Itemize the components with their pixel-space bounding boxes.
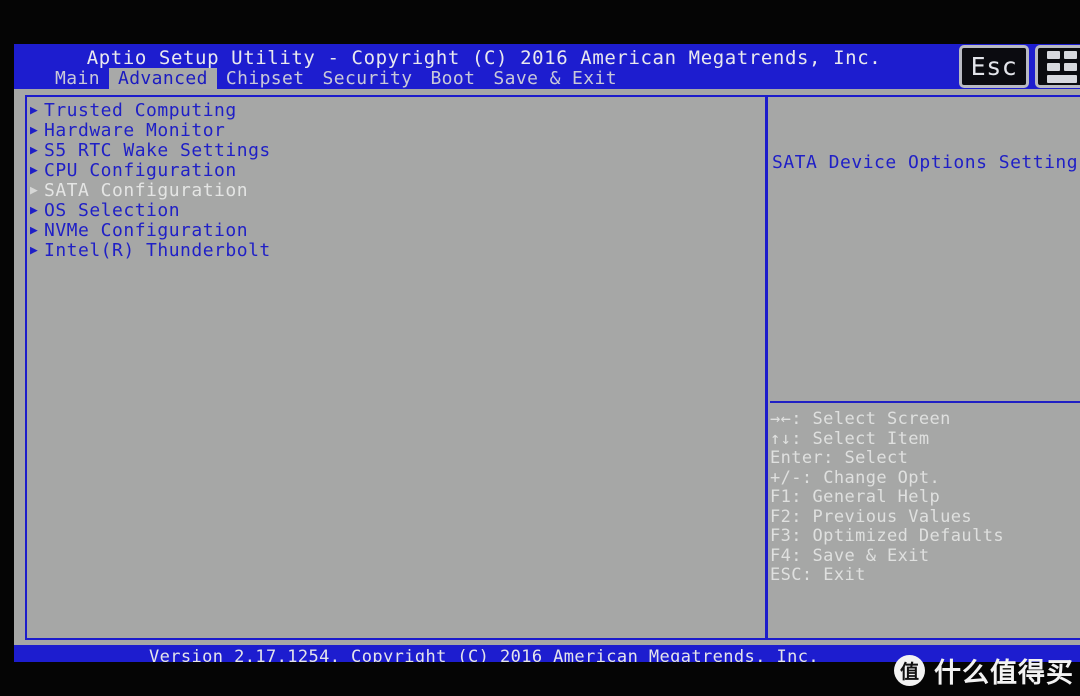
menu-item-cpu-configuration[interactable]: ▶ CPU Configuration: [22, 161, 722, 181]
legend-row-previous-values: F2: Previous Values: [770, 506, 1080, 528]
legend-action: Select: [844, 448, 909, 468]
submenu-arrow-icon: ▶: [30, 223, 38, 238]
legend-key: +/-:: [770, 467, 813, 488]
menu-item-sata-configuration[interactable]: ▶ SATA Configuration: [22, 181, 722, 201]
legend-key: F1:: [770, 487, 802, 507]
legend-action: Previous Values: [812, 506, 973, 527]
menu-item-label: OS Selection: [44, 200, 181, 221]
keypad-cell: [1063, 62, 1077, 71]
legend-row-exit: ESC: Exit: [770, 565, 1080, 586]
esc-key-button[interactable]: Esc: [959, 45, 1029, 88]
keypad-cell: [1046, 62, 1060, 71]
watermark-text: 什么值得买: [934, 658, 1074, 689]
esc-key-label: Esc: [970, 52, 1018, 81]
keypad-key-button[interactable]: [1035, 45, 1080, 88]
legend-key: F4:: [770, 545, 802, 566]
arrow-up-down-icon: ↑↓:: [770, 428, 802, 449]
legend-row-optimized-defaults: F3: Optimized Defaults: [770, 526, 1080, 547]
legend-row-select-item: ↑↓: Select Item: [770, 428, 1080, 450]
menu-item-trusted-computing[interactable]: ▶ Trusted Computing: [22, 101, 722, 121]
menu-item-label: S5 RTC Wake Settings: [44, 140, 271, 161]
tab-boot[interactable]: Boot: [421, 68, 484, 89]
settings-menu-list[interactable]: ▶ Trusted Computing ▶ Hardware Monitor ▶…: [22, 101, 722, 261]
menu-tab-bar[interactable]: Main Advanced Chipset Security Boot Save…: [14, 68, 626, 89]
menu-item-label: Hardware Monitor: [44, 120, 226, 141]
menu-item-os-selection[interactable]: ▶ OS Selection: [22, 201, 722, 221]
legend-action: Optimized Defaults: [812, 526, 1004, 546]
submenu-arrow-icon: ▶: [30, 103, 38, 118]
legend-key: F3:: [770, 526, 802, 546]
legend-action: Exit: [823, 565, 866, 585]
legend-action: General Help: [812, 487, 941, 507]
legend-row-change-opt: +/-: Change Opt.: [770, 467, 1080, 489]
submenu-arrow-icon: ▶: [30, 143, 38, 158]
key-legend-list: →←: Select Screen ↑↓: Select Item Enter:…: [770, 409, 1080, 586]
menu-item-label: NVMe Configuration: [44, 220, 249, 241]
menu-item-label: Intel(R) Thunderbolt: [44, 240, 271, 261]
menu-item-hardware-monitor[interactable]: ▶ Hardware Monitor: [22, 121, 722, 141]
menu-item-label: CPU Configuration: [44, 160, 237, 181]
keypad-cell: [1046, 74, 1077, 83]
arrow-left-right-icon: →←:: [770, 409, 802, 429]
legend-action: Change Opt.: [823, 467, 941, 488]
help-separator: [770, 401, 1080, 403]
submenu-arrow-icon: ▶: [30, 203, 38, 218]
keypad-cell: [1063, 50, 1077, 59]
submenu-arrow-icon: ▶: [30, 163, 38, 178]
key-hint-overlay: Esc: [959, 45, 1080, 88]
submenu-arrow-icon: ▶: [30, 183, 38, 198]
submenu-arrow-icon: ▶: [30, 243, 38, 258]
tab-chipset[interactable]: Chipset: [217, 68, 314, 89]
legend-row-save-and-exit: F4: Save & Exit: [770, 545, 1080, 567]
menu-item-s5-rtc-wake-settings[interactable]: ▶ S5 RTC Wake Settings: [22, 141, 722, 161]
legend-key: Enter:: [770, 448, 834, 468]
legend-action: Select Item: [812, 428, 930, 449]
menu-item-nvme-configuration[interactable]: ▶ NVMe Configuration: [22, 221, 722, 241]
legend-key: ESC:: [770, 565, 813, 585]
tab-main[interactable]: Main: [46, 68, 109, 89]
version-text: Version 2.17.1254. Copyright (C) 2016 Am…: [149, 647, 819, 662]
page-title: Aptio Setup Utility - Copyright (C) 2016…: [86, 47, 882, 69]
menu-item-label: SATA Configuration: [44, 180, 249, 201]
submenu-arrow-icon: ▶: [30, 123, 38, 138]
keypad-cell: [1046, 50, 1060, 59]
watermark-logo-icon: 值: [894, 655, 925, 686]
legend-row-general-help: F1: General Help: [770, 487, 1080, 508]
menu-item-label: Trusted Computing: [44, 100, 237, 121]
legend-key: F2:: [770, 506, 802, 527]
tab-advanced[interactable]: Advanced: [108, 68, 217, 89]
keypad-icon: [1046, 50, 1080, 83]
watermark: 值 什么值得买: [894, 651, 1074, 690]
tab-save-and-exit[interactable]: Save & Exit: [484, 68, 626, 89]
legend-row-enter-select: Enter: Select: [770, 448, 1080, 469]
legend-action: Save & Exit: [812, 545, 930, 566]
legend-action: Select Screen: [812, 409, 951, 429]
legend-row-select-screen: →←: Select Screen: [770, 409, 1080, 430]
bios-setup-screen: Aptio Setup Utility - Copyright (C) 2016…: [14, 44, 1080, 662]
tab-security[interactable]: Security: [314, 68, 422, 89]
help-description: SATA Device Options Settings: [772, 152, 1080, 173]
menu-item-intel-thunderbolt[interactable]: ▶ Intel(R) Thunderbolt: [22, 241, 722, 261]
monitor-photo: Aptio Setup Utility - Copyright (C) 2016…: [0, 0, 1080, 696]
